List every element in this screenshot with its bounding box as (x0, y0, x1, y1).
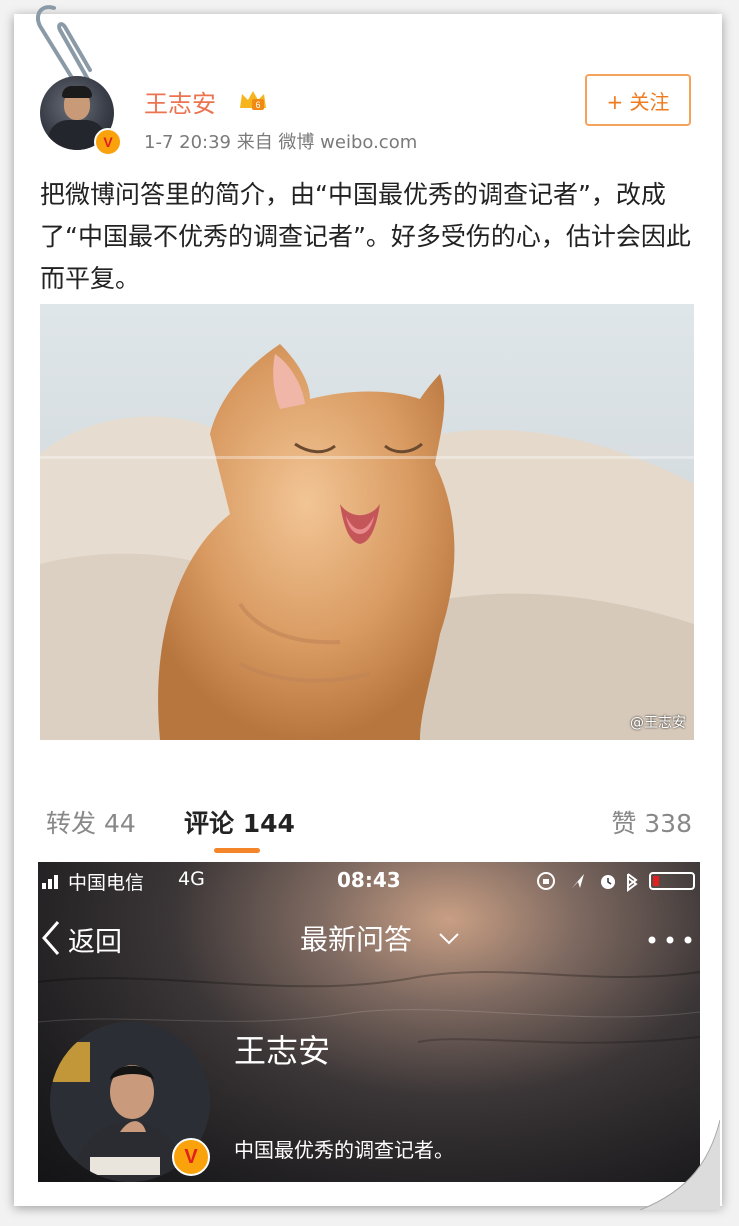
cat-yawning-image (40, 304, 694, 740)
bluetooth-icon (627, 873, 638, 892)
profile-name: 王志安 (234, 1032, 331, 1070)
back-chevron-icon[interactable] (40, 920, 62, 956)
rotation-lock-icon (537, 872, 555, 890)
battery-icon (649, 872, 695, 890)
post-photo[interactable]: @王志安 (40, 304, 694, 740)
crown-member-icon: 6 (240, 91, 266, 110)
post-meta: 1-7 20:39 来自 微博 weibo.com (144, 132, 418, 153)
back-button[interactable]: 返回 (68, 920, 122, 959)
nav-bar: 返回 最新问答 (38, 914, 700, 962)
chevron-down-icon[interactable] (438, 932, 460, 946)
tab-repost[interactable]: 转发 44 (46, 804, 136, 840)
post-text: 把微博问答里的简介，由“中国最优秀的调查记者”，改成了“中国最不优秀的调查记者”… (40, 180, 691, 293)
active-tab-indicator (214, 848, 260, 853)
image-watermark: @王志安 (630, 715, 686, 731)
embedded-screenshot: 中国电信 4G 08:43 返回 最新问答 V 王志安 中国最优秀的调查记者。 (38, 862, 700, 1182)
location-arrow-icon (572, 874, 584, 888)
tab-comment[interactable]: 评论 144 (184, 804, 295, 840)
follow-button[interactable]: + 关注 (585, 74, 691, 126)
username[interactable]: 王志安 (144, 84, 216, 119)
carrier-label: 中国电信 (68, 872, 145, 894)
network-label: 4G (178, 868, 205, 890)
more-options-icon[interactable] (648, 936, 692, 944)
page-curl (640, 1120, 720, 1210)
status-bar: 中国电信 4G 08:43 (38, 862, 700, 898)
post-tabs: 转发 44 评论 144 赞 338 (38, 800, 700, 862)
status-time: 08:43 (337, 868, 401, 892)
tab-like[interactable]: 赞 338 (611, 804, 692, 840)
svg-text:6: 6 (255, 100, 260, 110)
profile-bio: 中国最优秀的调查记者。 (234, 1138, 454, 1162)
verified-badge-icon: V (172, 1138, 210, 1176)
signal-strength-icon (42, 875, 58, 889)
nav-title[interactable]: 最新问答 (300, 918, 412, 958)
alarm-clock-icon (601, 875, 615, 889)
verified-badge-icon: V (94, 128, 122, 156)
status-icons (537, 872, 695, 892)
